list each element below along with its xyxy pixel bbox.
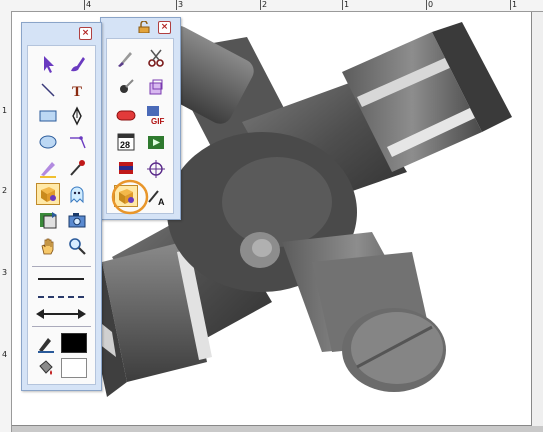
svg-text:T: T — [72, 84, 82, 100]
calendar-tool[interactable]: 28 — [114, 131, 138, 153]
dimension-tool[interactable] — [65, 131, 89, 153]
3d-object-tool[interactable] — [36, 183, 60, 205]
left-ruler: 1 2 3 4 — [0, 11, 12, 432]
scissors-tool[interactable] — [144, 47, 168, 69]
flag-tool[interactable] — [114, 158, 138, 180]
svg-text:A: A — [158, 197, 165, 206]
fill-bucket-icon[interactable] — [36, 358, 56, 378]
capsule-tool[interactable] — [114, 104, 138, 126]
ghost-icon — [70, 186, 84, 204]
flag-icon — [119, 162, 133, 174]
gif-icon: GIF — [147, 106, 164, 125]
main-tool-palette: × T — [21, 22, 102, 391]
ruler-label: 1 — [512, 0, 518, 9]
ruler-label: 1 — [2, 106, 8, 115]
ruler-label: 2 — [262, 0, 268, 9]
ruler-label: 3 — [178, 0, 184, 9]
hand-icon — [41, 238, 54, 255]
text-tool[interactable]: T — [65, 79, 89, 101]
ellipse-tool[interactable] — [36, 131, 60, 153]
calendar-icon: 28 — [117, 133, 135, 151]
fill-color-swatch[interactable] — [61, 358, 87, 378]
pin-tool[interactable] — [114, 76, 138, 98]
top-ruler: 4 3 2 1 0 1 — [0, 0, 543, 12]
line-color-swatch[interactable] — [61, 333, 87, 353]
rectangle-tool[interactable] — [36, 105, 60, 127]
palette-titlebar[interactable]: × — [22, 23, 101, 41]
arm-bottom-right — [282, 232, 446, 392]
capsule-icon — [116, 110, 136, 121]
line-color-pen-icon[interactable] — [36, 333, 56, 353]
pan-tool[interactable] — [36, 235, 60, 257]
bottom-scroll-strip[interactable] — [12, 426, 543, 432]
brush-tool[interactable] — [65, 53, 89, 75]
pen-icon — [72, 106, 82, 126]
main-tools-body: T — [27, 45, 96, 385]
ruler-label: 0 — [428, 0, 434, 9]
ghost-tool[interactable] — [65, 183, 89, 205]
close-button[interactable]: × — [79, 27, 92, 40]
line-tool[interactable] — [36, 79, 60, 101]
ruler-label: 4 — [2, 350, 8, 359]
svg-text:28: 28 — [120, 140, 130, 150]
brush-icon — [71, 57, 85, 72]
box-icon — [41, 187, 56, 202]
rectangle-icon — [39, 110, 57, 122]
divider — [32, 266, 91, 267]
highlight-ring — [111, 179, 149, 215]
line-icon — [41, 83, 55, 97]
svg-text:GIF: GIF — [151, 117, 164, 125]
crop-tool[interactable] — [144, 76, 168, 98]
scissors-icon — [148, 49, 164, 67]
pen-tool[interactable] — [65, 105, 89, 127]
knife-icon — [118, 52, 132, 67]
select-tool[interactable] — [36, 53, 60, 75]
play-icon — [148, 136, 164, 149]
lock-icon[interactable] — [137, 21, 151, 33]
knife-tool[interactable] — [114, 47, 138, 69]
eyedropper-icon — [70, 160, 85, 176]
ruler-label: 1 — [344, 0, 350, 9]
highlighter-tool[interactable] — [36, 157, 60, 179]
divider — [32, 326, 91, 327]
rotate-view-tool[interactable] — [36, 209, 60, 231]
right-scroll-strip[interactable] — [532, 12, 543, 426]
rotate-icon — [40, 212, 57, 229]
eyedropper-tool[interactable] — [65, 157, 89, 179]
ellipse-icon — [39, 135, 57, 149]
crop-icon — [149, 79, 163, 95]
camera-tool[interactable] — [65, 209, 89, 231]
highlighter-icon — [40, 162, 56, 178]
solid-line-style[interactable] — [38, 278, 84, 280]
ruler-label: 2 — [2, 186, 8, 195]
arrow-line-style[interactable] — [36, 308, 86, 320]
play-tool[interactable] — [144, 131, 168, 153]
magnifier-icon — [69, 238, 86, 255]
ruler-label: 4 — [86, 0, 92, 9]
close-button[interactable]: × — [158, 21, 171, 34]
dashed-line-style[interactable] — [38, 296, 84, 298]
arrow-icon — [44, 56, 54, 73]
crosshair-icon — [147, 160, 165, 178]
zoom-tool[interactable] — [65, 235, 89, 257]
gif-export-tool[interactable]: GIF — [144, 104, 168, 126]
pin-icon — [120, 79, 134, 93]
ruler-label: 3 — [2, 268, 8, 277]
secondary-tool-palette: × GIF 28 A — [100, 17, 181, 220]
palette-titlebar[interactable]: × — [101, 18, 180, 36]
camera-icon — [68, 213, 86, 228]
dimension-icon — [70, 136, 86, 149]
text-icon: T — [72, 84, 82, 100]
crosshair-tool[interactable] — [144, 158, 168, 180]
